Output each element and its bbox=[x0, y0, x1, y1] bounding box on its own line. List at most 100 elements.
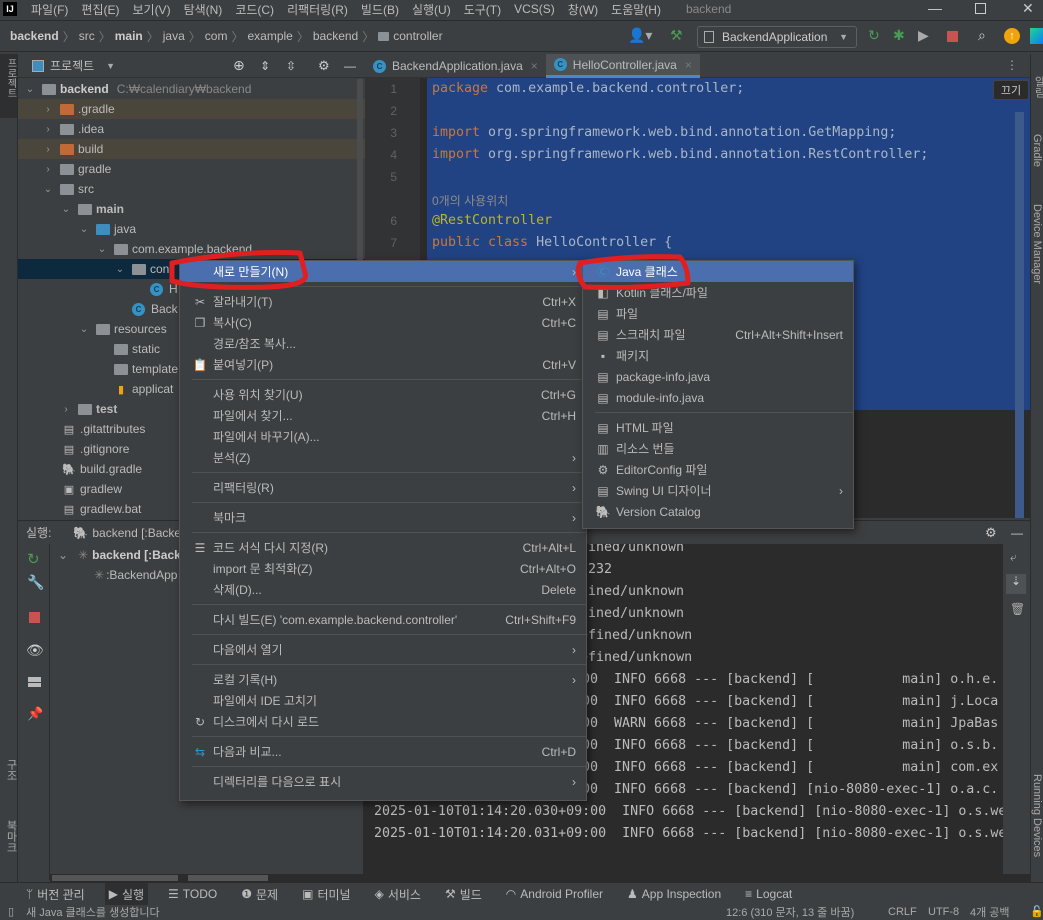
menu-item[interactable]: ▪ 패키지 bbox=[583, 345, 853, 366]
pin-icon[interactable]: 📌 bbox=[27, 706, 43, 722]
layout-toggle-icon[interactable]: ▯ bbox=[8, 905, 14, 918]
menu-item[interactable]: 삭제(D)... Delete bbox=[180, 579, 586, 600]
menu-window[interactable]: 창(W) bbox=[568, 1, 598, 18]
tool-services[interactable]: ◈ 서비스 bbox=[371, 883, 425, 906]
tool-logcat[interactable]: ≡ Logcat bbox=[741, 883, 796, 906]
gear-icon[interactable]: ⚙ bbox=[318, 58, 330, 74]
tree-item[interactable]: ⌄ main bbox=[18, 199, 365, 219]
file-encoding[interactable]: UTF-8 bbox=[928, 906, 959, 918]
hide-panel-icon[interactable]: — bbox=[1011, 526, 1023, 540]
gear-icon[interactable]: ⚙ bbox=[985, 525, 997, 541]
tab-backend-application[interactable]: C BackendApplication.java × bbox=[365, 54, 546, 78]
device-manager-tool-button[interactable]: Device Manager bbox=[1031, 204, 1043, 284]
close-tab-icon[interactable]: × bbox=[685, 58, 692, 72]
rerun-icon[interactable]: ↻ bbox=[27, 550, 40, 568]
lock-icon[interactable]: 🔓 bbox=[1030, 905, 1043, 918]
running-devices-tool-button[interactable]: Running Devices bbox=[1031, 774, 1043, 857]
menu-tools[interactable]: 도구(T) bbox=[464, 1, 501, 18]
breadcrumb-src[interactable]: src bbox=[79, 29, 95, 43]
bookmarks-tool-button[interactable]: 북마크 bbox=[3, 820, 19, 853]
menu-item[interactable]: ▤ Swing UI 디자이너 › bbox=[583, 480, 853, 501]
structure-tool-button[interactable]: 구조 bbox=[3, 759, 19, 781]
menu-item[interactable]: ▥ 리소스 번들 bbox=[583, 438, 853, 459]
breadcrumb-main[interactable]: main bbox=[115, 29, 143, 43]
hide-icon[interactable]: — bbox=[344, 59, 356, 73]
menu-item[interactable]: ▤ 스크래치 파일 Ctrl+Alt+Shift+Insert bbox=[583, 324, 853, 345]
usage-hint[interactable]: 0개의 사용위치 bbox=[432, 192, 508, 209]
project-panel-title[interactable]: 프로젝트 bbox=[50, 57, 94, 74]
menu-build[interactable]: 빌드(B) bbox=[361, 1, 399, 18]
update-icon[interactable]: ↑ bbox=[1004, 28, 1020, 44]
run-tree-item[interactable]: ⌄ ✳ backend [:Back bbox=[58, 548, 181, 562]
build-hammer-icon[interactable]: ⚒ bbox=[670, 27, 683, 44]
breadcrumb-java[interactable]: java bbox=[163, 29, 185, 43]
breadcrumb-controller[interactable]: controller bbox=[393, 29, 442, 43]
stop-icon[interactable] bbox=[947, 31, 958, 42]
menu-item[interactable]: 파일에서 찾기... Ctrl+H bbox=[180, 405, 586, 426]
menu-refactor[interactable]: 리팩터링(R) bbox=[287, 1, 348, 18]
menu-item[interactable]: 다시 빌드(E) 'com.example.backend.controller… bbox=[180, 609, 586, 630]
minimize-button[interactable]: — bbox=[928, 0, 942, 16]
menu-item[interactable]: ↻ 디스크에서 다시 로드 bbox=[180, 711, 586, 732]
tree-item[interactable]: ⌄ com.example.backend bbox=[18, 239, 365, 259]
menu-item[interactable]: 디렉터리를 다음으로 표시 › bbox=[180, 771, 586, 792]
menu-help[interactable]: 도움말(H) bbox=[611, 1, 661, 18]
menu-item[interactable]: 경로/참조 복사... bbox=[180, 333, 586, 354]
tree-item[interactable]: › build bbox=[18, 139, 365, 159]
menu-item[interactable]: 사용 위치 찾기(U) Ctrl+G bbox=[180, 384, 586, 405]
menu-view[interactable]: 보기(V) bbox=[132, 1, 170, 18]
menu-item[interactable]: ▤ 파일 bbox=[583, 303, 853, 324]
tool-android-profiler[interactable]: ◠ Android Profiler bbox=[502, 883, 607, 906]
menu-item[interactable]: ⚙ EditorConfig 파일 bbox=[583, 459, 853, 480]
close-tab-icon[interactable]: × bbox=[531, 59, 538, 73]
chevron-down-icon[interactable]: ▼ bbox=[106, 61, 115, 71]
tree-item[interactable]: ⌄ java bbox=[18, 219, 365, 239]
indent-setting[interactable]: 4개 공백 bbox=[970, 904, 1010, 920]
project-tool-button[interactable]: 프로젝트 bbox=[0, 54, 17, 118]
tree-item[interactable]: › .idea bbox=[18, 119, 365, 139]
tree-item[interactable]: › gradle bbox=[18, 159, 365, 179]
menu-item[interactable]: ▤ package-info.java bbox=[583, 366, 853, 387]
tool-app-inspection[interactable]: ♟ App Inspection bbox=[623, 883, 725, 906]
wrench-icon[interactable]: 🔧 bbox=[27, 574, 44, 591]
editor-scrollbar[interactable] bbox=[1015, 112, 1024, 518]
menu-edit[interactable]: 편집(E) bbox=[81, 1, 119, 18]
run-configuration-select[interactable]: BackendApplication ▼ bbox=[697, 26, 857, 48]
locate-icon[interactable]: ⊕ bbox=[233, 57, 245, 74]
menu-item[interactable]: 로컬 기록(H) › bbox=[180, 669, 586, 690]
breadcrumb-backend-pkg[interactable]: backend bbox=[313, 29, 358, 43]
menu-item[interactable]: Ⓒ Java 클래스 bbox=[583, 261, 853, 282]
tool-vcs[interactable]: ᛘ 버전 관리 bbox=[22, 883, 89, 906]
tab-hello-controller[interactable]: C HelloController.java × bbox=[545, 54, 700, 78]
menu-item[interactable]: 리팩터링(R) › bbox=[180, 477, 586, 498]
gradle-tool-button[interactable]: Gradle bbox=[1031, 134, 1043, 167]
tool-todo[interactable]: ☰ TODO bbox=[164, 883, 221, 906]
debug-icon[interactable]: ✱ bbox=[893, 27, 905, 44]
menu-item[interactable]: 분석(Z) › bbox=[180, 447, 586, 468]
maximize-button[interactable] bbox=[975, 3, 986, 14]
menu-item[interactable]: 파일에서 바꾸기(A)... bbox=[180, 426, 586, 447]
trash-icon[interactable]: 🗑 bbox=[1010, 602, 1025, 616]
menu-item[interactable]: 새로 만들기(N) › bbox=[180, 261, 586, 282]
menu-item[interactable]: ⇆ 다음과 비교... Ctrl+D bbox=[180, 741, 586, 762]
soft-wrap-icon[interactable]: ⤶ bbox=[1010, 550, 1017, 565]
menu-item[interactable]: 🐘 Version Catalog bbox=[583, 501, 853, 522]
menu-file[interactable]: 파일(F) bbox=[31, 1, 68, 18]
menu-item[interactable]: 북마크 › bbox=[180, 507, 586, 528]
tool-terminal[interactable]: ▣ 터미널 bbox=[298, 883, 354, 906]
menu-code[interactable]: 코드(C) bbox=[235, 1, 274, 18]
notifications-tool-button[interactable]: 알림 bbox=[1031, 76, 1043, 98]
tree-item[interactable]: ⌄ src bbox=[18, 179, 365, 199]
horizontal-scrollbar[interactable] bbox=[50, 874, 1030, 882]
menu-run[interactable]: 실행(U) bbox=[412, 1, 451, 18]
breadcrumb-example[interactable]: example bbox=[247, 29, 292, 43]
tree-item-root[interactable]: ⌄ backend C:₩calendiary₩backend bbox=[18, 79, 365, 99]
tool-problems[interactable]: ❶ 문제 bbox=[237, 883, 282, 906]
breadcrumb-backend[interactable]: backend bbox=[10, 29, 59, 43]
search-icon[interactable]: ⌕ bbox=[978, 27, 986, 44]
menu-item[interactable]: ✂ 잘라내기(T) Ctrl+X bbox=[180, 291, 586, 312]
menu-item[interactable]: 📋 붙여넣기(P) Ctrl+V bbox=[180, 354, 586, 375]
menu-item[interactable]: import 문 최적화(Z) Ctrl+Alt+O bbox=[180, 558, 586, 579]
menu-item[interactable]: ▤ HTML 파일 bbox=[583, 417, 853, 438]
menu-item[interactable]: 다음에서 열기 › bbox=[180, 639, 586, 660]
